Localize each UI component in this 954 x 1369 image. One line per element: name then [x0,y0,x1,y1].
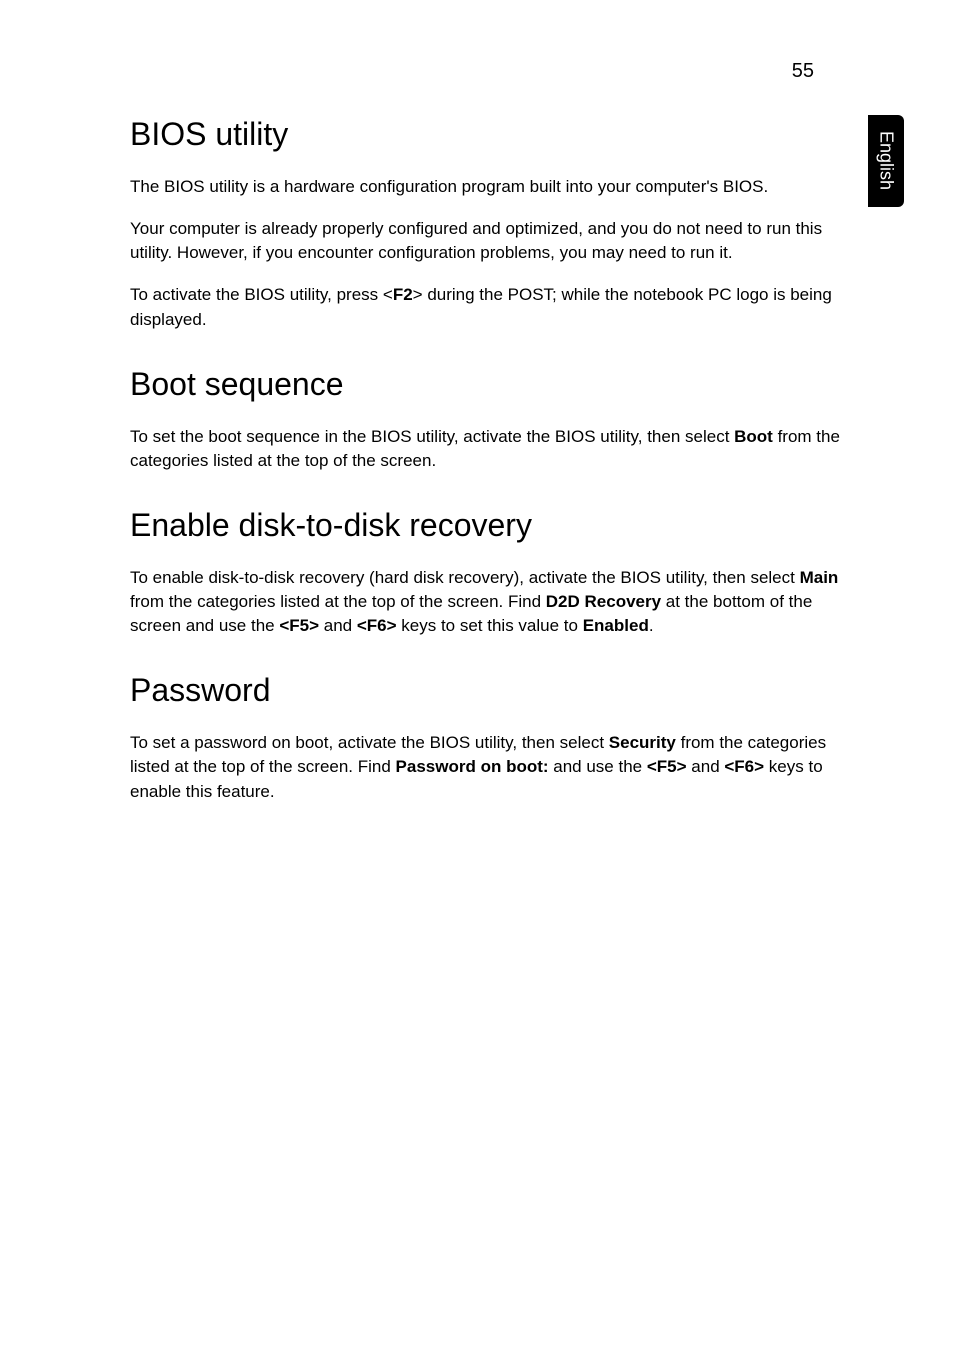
heading-password: Password [130,672,844,709]
heading-bios-utility: BIOS utility [130,116,844,153]
menu-ref: Main [800,568,839,587]
paragraph: To enable disk-to-disk recovery (hard di… [130,566,844,638]
key-ref: <F6> [357,616,397,635]
value-ref: Enabled [583,616,649,635]
text: To activate the BIOS utility, press < [130,285,393,304]
menu-ref: Boot [734,427,773,446]
text: and [687,757,725,776]
text: and use the [549,757,647,776]
paragraph: To activate the BIOS utility, press <F2>… [130,283,844,331]
text: To enable disk-to-disk recovery (hard di… [130,568,800,587]
heading-d2d-recovery: Enable disk-to-disk recovery [130,507,844,544]
text: and [319,616,357,635]
key-ref: F2 [393,285,413,304]
text: from the categories listed at the top of… [130,592,546,611]
key-ref: <F6> [724,757,764,776]
paragraph: To set a password on boot, activate the … [130,731,844,803]
text: To set the boot sequence in the BIOS uti… [130,427,734,446]
paragraph: To set the boot sequence in the BIOS uti… [130,425,844,473]
paragraph: The BIOS utility is a hardware configura… [130,175,844,199]
option-ref: D2D Recovery [546,592,661,611]
text: . [649,616,654,635]
key-ref: <F5> [279,616,319,635]
page-number: 55 [792,60,814,83]
language-tab: English [868,115,904,207]
menu-ref: Security [609,733,676,752]
heading-boot-sequence: Boot sequence [130,366,844,403]
text: To set a password on boot, activate the … [130,733,609,752]
paragraph: Your computer is already properly config… [130,217,844,265]
text: keys to set this value to [397,616,583,635]
option-ref: Password on boot: [396,757,549,776]
document-page: 55 English BIOS utility The BIOS utility… [0,0,954,882]
key-ref: <F5> [647,757,687,776]
